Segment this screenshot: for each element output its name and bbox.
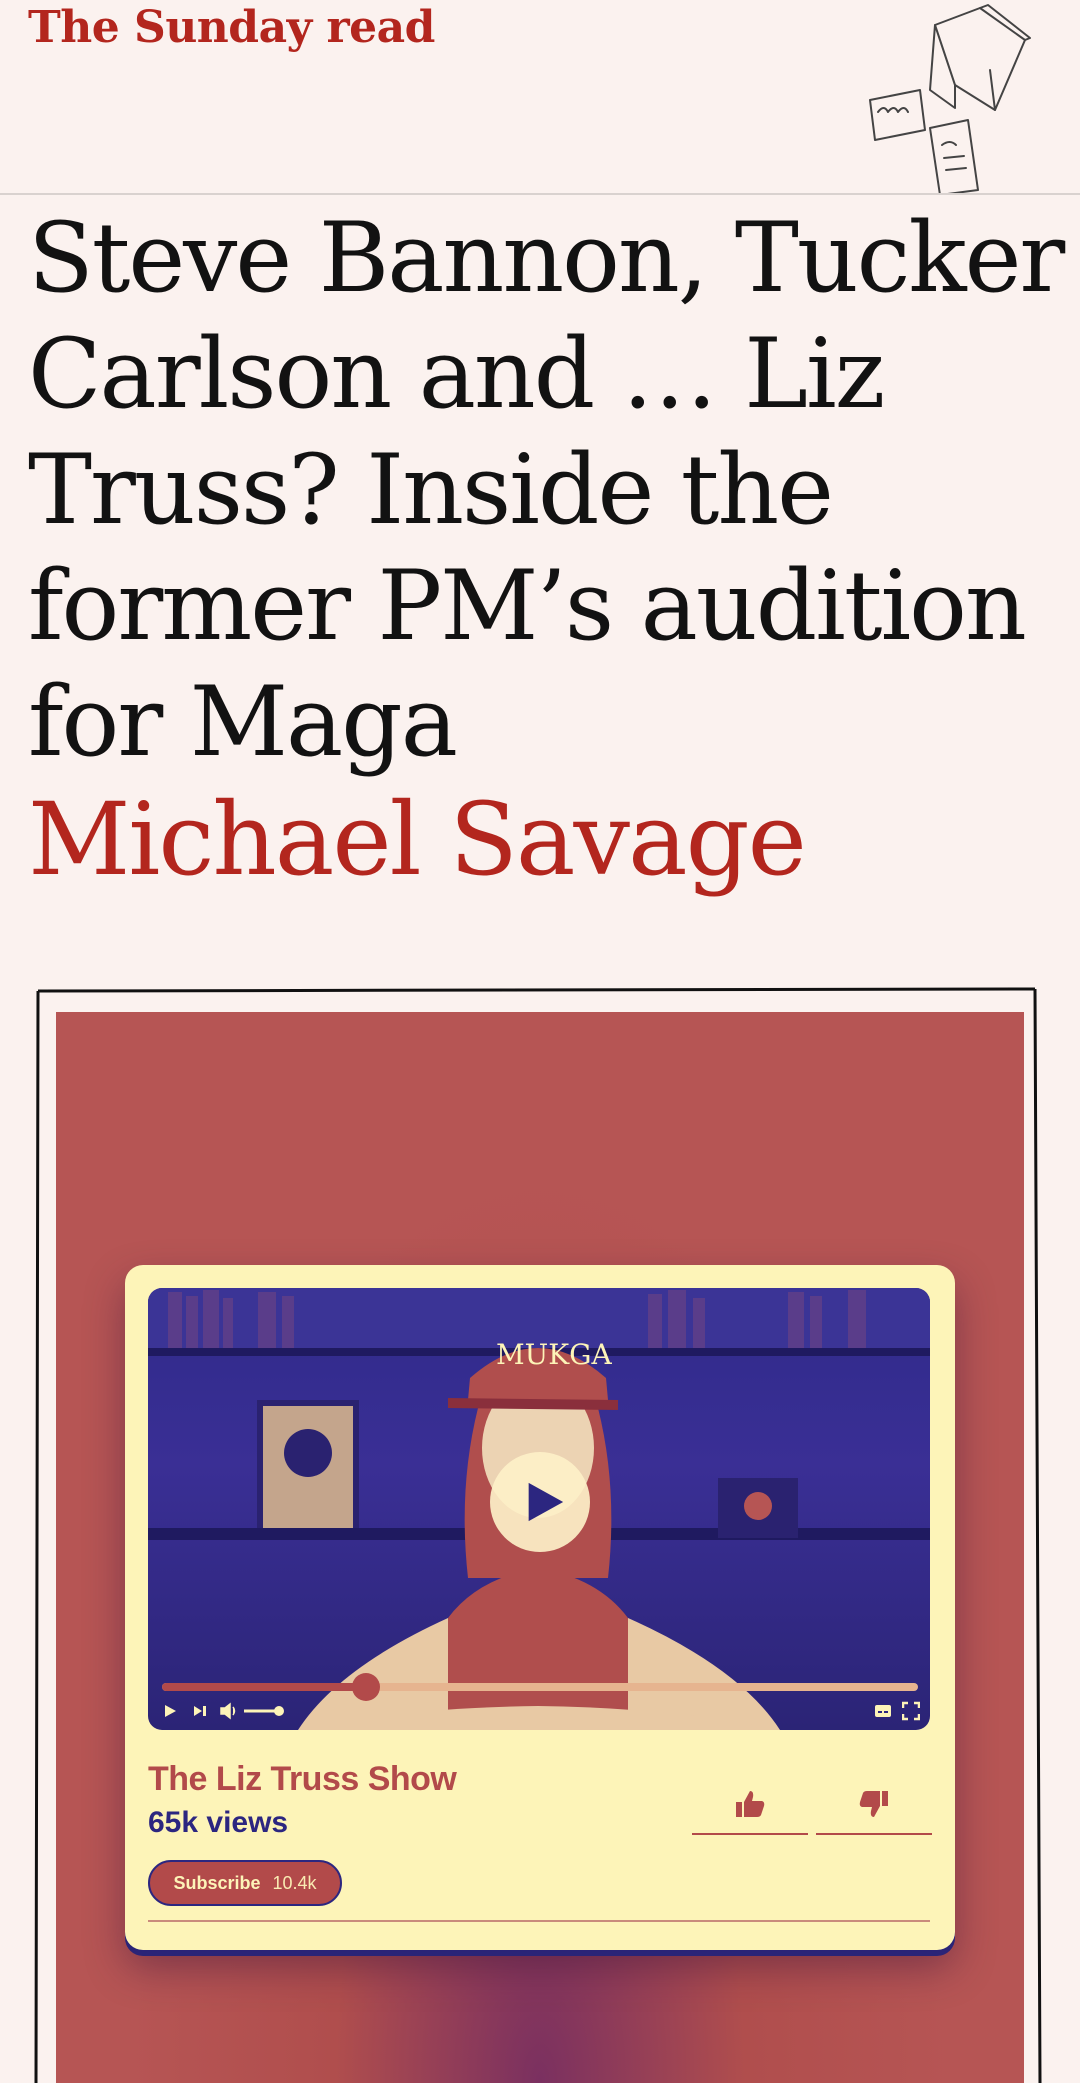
header-divider	[0, 193, 1080, 195]
video-progress-knob[interactable]	[352, 1673, 381, 1701]
thumbs-up-icon	[736, 1791, 765, 1817]
skip-icon[interactable]	[192, 1700, 208, 1722]
subscriber-count: 10.4k	[272, 1872, 317, 1893]
fullscreen-icon[interactable]	[902, 1700, 920, 1722]
cap-text: MUKGA	[496, 1338, 613, 1371]
section-kicker[interactable]: The Sunday read	[28, 2, 435, 53]
view-count: 65k views	[148, 1806, 289, 1839]
captions-icon[interactable]	[874, 1700, 892, 1722]
channel-title: The Liz Truss Show	[148, 1760, 457, 1798]
book-sketch-illustration	[869, 4, 1031, 195]
article-byline[interactable]: Michael Savage	[28, 780, 807, 900]
video-progress-bar[interactable]	[162, 1673, 918, 1701]
dislike-button[interactable]	[816, 1775, 932, 1835]
play-icon	[528, 1482, 564, 1522]
volume-slider[interactable]	[242, 1700, 286, 1722]
like-button[interactable]	[692, 1775, 808, 1835]
subscribe-label: Subscribe	[173, 1872, 261, 1893]
subscribe-button[interactable]: Subscribe 10.4k	[148, 1860, 342, 1906]
card-divider	[148, 1920, 930, 1922]
video-progress-fill	[162, 1683, 367, 1691]
volume-icon[interactable]	[220, 1700, 240, 1722]
thumbs-down-icon	[859, 1791, 888, 1817]
play-small-icon[interactable]	[162, 1700, 178, 1722]
play-button[interactable]	[490, 1452, 590, 1552]
article-headline: Steve Bannon, Tucker Carlson and … Liz T…	[28, 202, 1065, 778]
